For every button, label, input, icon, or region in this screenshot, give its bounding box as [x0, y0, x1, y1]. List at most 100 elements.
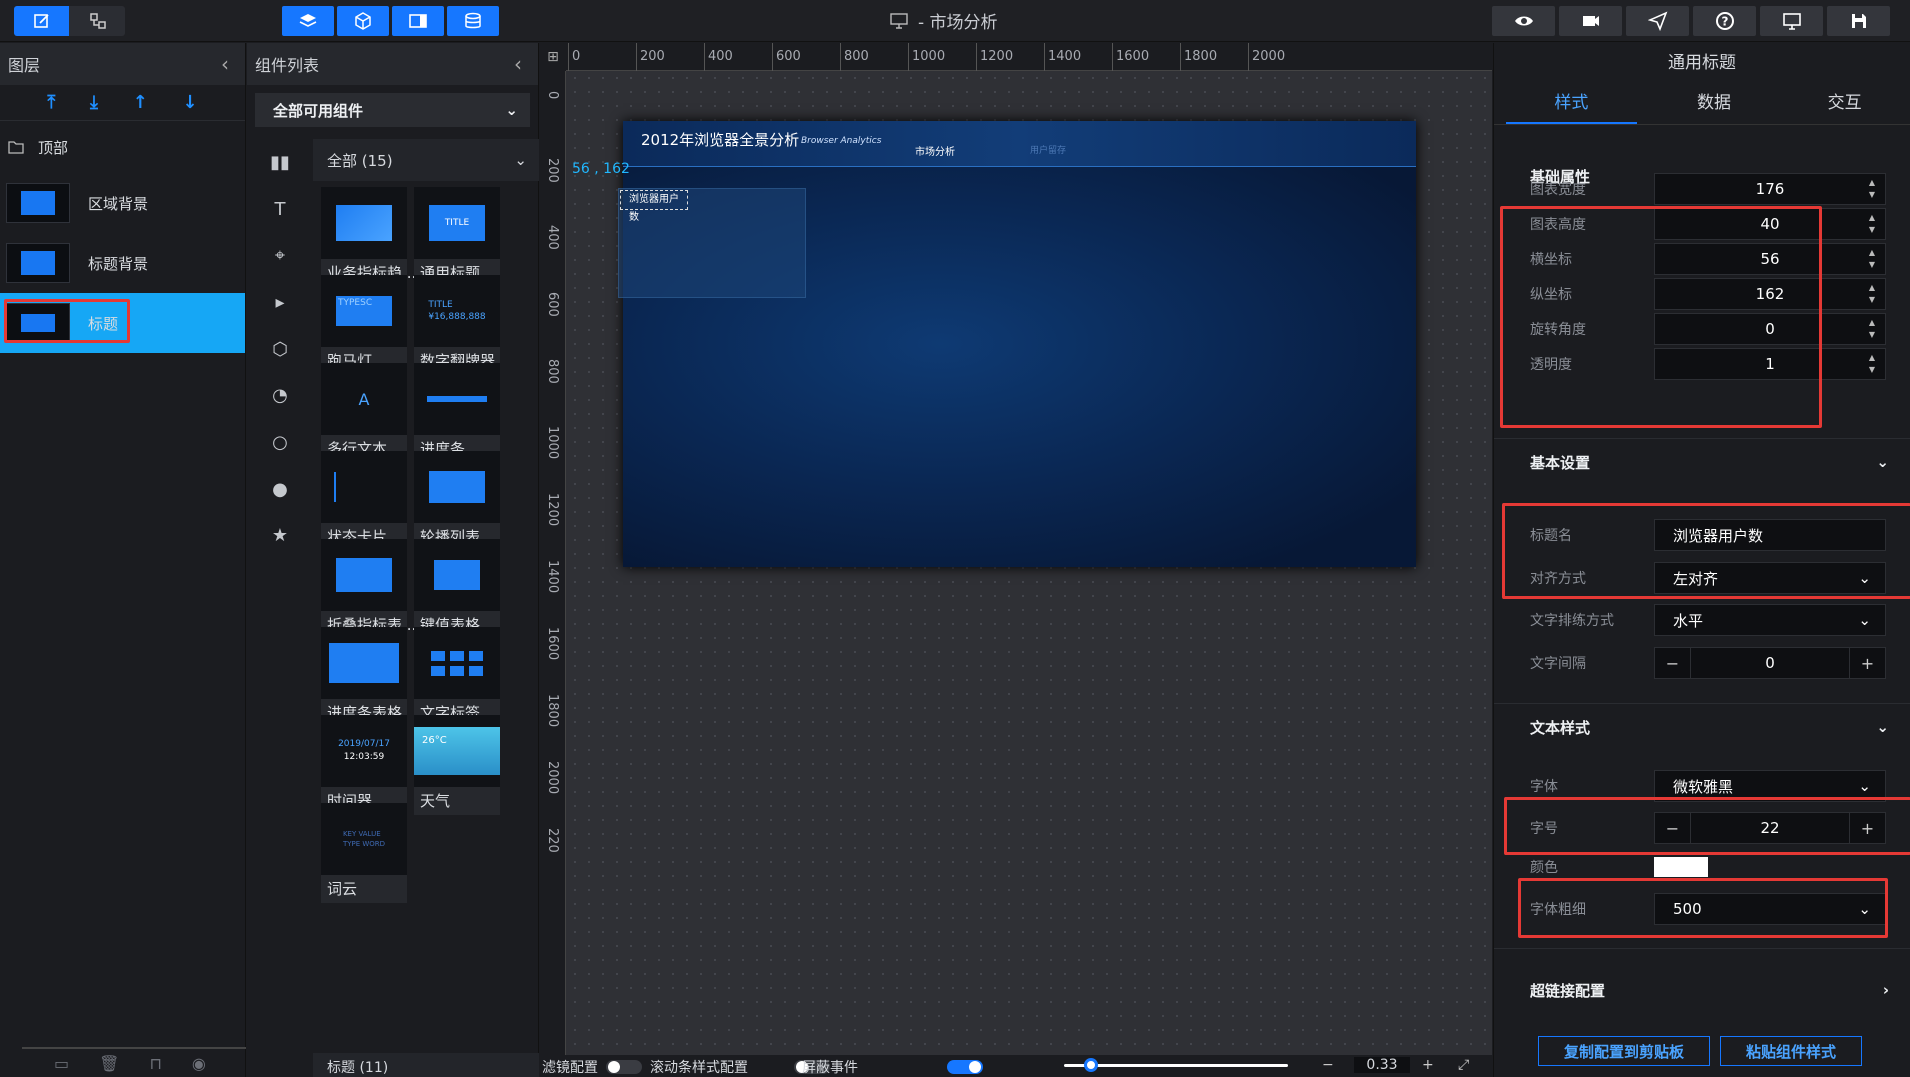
move-top-icon[interactable]: ⤒: [47, 92, 55, 113]
zoom-out-button[interactable]: −: [1322, 1057, 1334, 1073]
highlight-box: [1500, 206, 1822, 428]
decrement-button[interactable]: −: [1655, 648, 1691, 678]
spinner-icon[interactable]: ▲ ▼: [1869, 212, 1875, 236]
ruler-y-label: 2000: [545, 761, 560, 795]
spinner-icon[interactable]: ▲ ▼: [1869, 317, 1875, 341]
component-tile-text-tag[interactable]: 文字标签: [414, 627, 500, 727]
component-tile-general-title[interactable]: TITLE 通用标题: [414, 187, 500, 287]
media-category-icon[interactable]: ▸: [275, 279, 284, 326]
component-category-header[interactable]: 全部 (15) ⌄: [313, 139, 539, 181]
spinner-icon[interactable]: ▲ ▼: [1869, 177, 1875, 201]
layer-item-title[interactable]: 标题: [0, 293, 245, 353]
visibility-icon[interactable]: ◉: [192, 1054, 206, 1073]
ruler-y-label: 1200: [545, 493, 560, 527]
chart-width-row: 图表宽度 176 ▲ ▼: [1530, 173, 1890, 205]
component-thumb: [321, 627, 407, 699]
map-category-icon[interactable]: ⌖: [275, 232, 285, 279]
component-tile-key-value-table[interactable]: 键值表格: [414, 539, 500, 639]
component-tile-marquee[interactable]: TYPESC 跑马灯: [321, 275, 407, 375]
layers-icon[interactable]: [282, 6, 334, 36]
paste-style-button[interactable]: 粘贴组件样式: [1720, 1036, 1862, 1066]
send-icon[interactable]: [1626, 6, 1689, 36]
zoom-slider-handle[interactable]: [1084, 1058, 1098, 1072]
component-thumb: KEY VALUE TYPE WORD: [321, 803, 407, 875]
chart-width-input[interactable]: 176 ▲ ▼: [1654, 173, 1886, 205]
copy-config-button[interactable]: 复制配置到剪贴板: [1538, 1036, 1710, 1066]
fullscreen-icon[interactable]: ⤢: [1458, 1057, 1469, 1073]
component-thumb: [414, 363, 500, 435]
component-category-bottom[interactable]: 标题 (11): [313, 1053, 539, 1077]
database-icon[interactable]: [447, 6, 499, 36]
screen-tab-inactive: 用户留存: [1030, 146, 1067, 156]
ruler-tick: [976, 43, 977, 71]
panel-icon[interactable]: [392, 6, 444, 36]
component-thumb: [414, 451, 500, 523]
component-tile-progress-table[interactable]: 进度条表格: [321, 627, 407, 727]
component-tile-word-cloud[interactable]: KEY VALUE TYPE WORD 词云: [321, 803, 407, 903]
zoom-slider[interactable]: [1064, 1058, 1288, 1072]
component-tile-multiline-text[interactable]: A 多行文本: [321, 363, 407, 463]
zoom-value[interactable]: 0.33: [1354, 1057, 1410, 1073]
color-swatch[interactable]: [1654, 857, 1708, 877]
chart-category-icon[interactable]: ▮▮: [270, 139, 290, 186]
coordinate-readout: 56 , 162: [572, 161, 630, 177]
mask-events-toggle[interactable]: [946, 1060, 983, 1074]
help-icon[interactable]: ?: [1693, 6, 1756, 36]
3d-category-icon[interactable]: ⬡: [272, 326, 288, 373]
section-hyperlink[interactable]: 超链接配置 ›: [1494, 968, 1910, 1012]
layer-item-title-bg[interactable]: 标题背景: [0, 233, 245, 293]
ruler-x-label: 400: [708, 49, 733, 64]
collapse-left-icon[interactable]: ‹: [221, 52, 229, 76]
other-category-icon[interactable]: ○: [272, 419, 288, 466]
text-category-icon[interactable]: T: [275, 186, 286, 233]
canvas-area[interactable]: ⊞ 0 200 400 600 800 1000 1200 1400 1600 1800 2000 …: [540, 43, 1492, 1055]
layer-group-top[interactable]: 顶部: [0, 121, 245, 173]
tab-style[interactable]: 样式: [1506, 83, 1637, 124]
section-basic-settings[interactable]: 基本设置 ⌄: [1494, 440, 1910, 484]
move-down-icon[interactable]: ↓: [183, 92, 198, 113]
spinner-icon[interactable]: ▲ ▼: [1869, 247, 1875, 271]
component-tile-weather[interactable]: 26°C 天气: [414, 715, 500, 815]
edit-icon[interactable]: [14, 6, 69, 36]
text-spacing-value[interactable]: 0: [1765, 654, 1775, 672]
text-layout-select[interactable]: 水平 ⌄: [1654, 604, 1886, 636]
delete-icon[interactable]: 🗑: [99, 1054, 119, 1073]
move-bottom-icon[interactable]: ⤓: [90, 92, 98, 113]
component-tile-number-flip[interactable]: TITLE ¥16,888,888 数字翻牌器: [414, 275, 500, 375]
component-tile-carousel-list[interactable]: 轮播列表: [414, 451, 500, 551]
folder-icon: [8, 141, 24, 154]
tab-interaction[interactable]: 交互: [1779, 83, 1910, 124]
eye-icon[interactable]: [1492, 6, 1555, 36]
text-spacing-stepper[interactable]: − 0 +: [1654, 647, 1886, 679]
ruler-corner-icon[interactable]: ⊞: [540, 43, 566, 71]
move-up-icon[interactable]: ↑: [133, 92, 148, 113]
layer-item-area-bg[interactable]: 区域背景: [0, 173, 245, 233]
favorite-icon[interactable]: ★: [272, 512, 288, 559]
component-panel-title: 组件列表: [255, 56, 320, 75]
component-tile-status-card[interactable]: 状态卡片: [321, 451, 407, 551]
component-tile-timer[interactable]: 2019/07/17 12:03:59 时间器: [321, 715, 407, 815]
spinner-icon[interactable]: ▲ ▼: [1869, 352, 1875, 376]
collapse-left-icon[interactable]: ‹: [514, 52, 522, 76]
cube-icon[interactable]: [337, 6, 389, 36]
section-text-style[interactable]: 文本样式 ⌄: [1494, 705, 1910, 749]
selected-title-widget[interactable]: 浏览器用户数: [620, 190, 688, 223]
window-title: - 市场分析: [890, 8, 998, 33]
component-tile-fold-table[interactable]: 折叠指标表...: [321, 539, 416, 639]
layout-icon[interactable]: [70, 6, 125, 36]
filter-toggle[interactable]: [606, 1060, 642, 1074]
new-folder-icon[interactable]: ▭: [54, 1054, 69, 1073]
video-icon[interactable]: [1559, 6, 1622, 36]
zoom-in-button[interactable]: +: [1422, 1057, 1434, 1073]
component-filter-select[interactable]: 全部可用组件 ⌄: [255, 93, 530, 127]
component-tile-business-trend[interactable]: 业务指标趋...: [321, 187, 416, 287]
spinner-icon[interactable]: ▲ ▼: [1869, 282, 1875, 306]
interaction-category-icon[interactable]: ◔: [272, 372, 288, 419]
increment-button[interactable]: +: [1848, 648, 1885, 678]
monitor-icon[interactable]: [1760, 6, 1823, 36]
user-category-icon[interactable]: ●: [272, 466, 288, 513]
component-tile-progress-bar[interactable]: 进度条: [414, 363, 500, 463]
lock-icon[interactable]: ⊓: [149, 1054, 161, 1073]
tab-data[interactable]: 数据: [1649, 83, 1780, 124]
save-icon[interactable]: [1827, 6, 1890, 36]
